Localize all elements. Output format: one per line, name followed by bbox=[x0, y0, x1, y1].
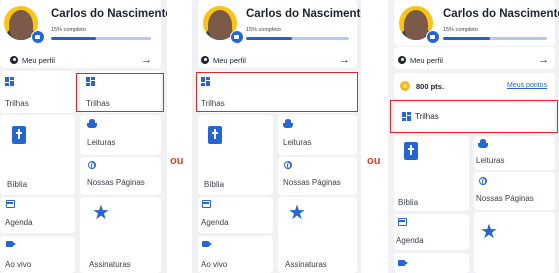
menu-tile-assinaturas[interactable]: ★ Assinaturas bbox=[278, 197, 357, 273]
menu-label-ao-vivo: Ao vivo bbox=[5, 260, 32, 269]
menu-label-biblia: Bíblia bbox=[204, 180, 225, 189]
coin-icon bbox=[400, 81, 410, 91]
menu-tile-trilhas[interactable]: Trilhas bbox=[0, 71, 75, 113]
video-icon bbox=[398, 260, 408, 266]
menu-label-nossas-paginas: Nossas Páginas bbox=[476, 194, 534, 203]
profile-card: Carlos do Nascimento 15% completo Meu pe… bbox=[198, 0, 361, 68]
camera-icon[interactable] bbox=[230, 30, 244, 44]
video-icon bbox=[6, 241, 16, 247]
book-icon bbox=[404, 142, 418, 160]
book-icon bbox=[12, 126, 26, 144]
menu-label-agenda: Agenda bbox=[396, 236, 424, 245]
mockup-panel-3: Carlos do Nascimento 15% completo Meu pe… bbox=[388, 0, 559, 273]
completion-bar-fill bbox=[246, 37, 293, 40]
arrow-right-icon[interactable]: → bbox=[141, 55, 152, 66]
meu-perfil-link[interactable]: Meu perfil bbox=[410, 56, 443, 65]
menu-label-nossas-paginas: Nossas Páginas bbox=[87, 178, 145, 187]
menu-label-trilhas: Trilhas bbox=[5, 99, 29, 108]
menu-tile-leituras[interactable]: Leituras bbox=[278, 115, 357, 155]
completion-bar-fill bbox=[51, 37, 96, 40]
separator-ou-1: ou bbox=[170, 155, 184, 167]
star-icon: ★ bbox=[288, 202, 306, 224]
separator-ou-2: ou bbox=[367, 155, 381, 167]
menu-tile-agenda[interactable]: Agenda bbox=[198, 197, 273, 233]
profile-card: Carlos do Nascimento 15% completo bbox=[394, 0, 559, 46]
menu-label-nossas-paginas: Nossas Páginas bbox=[283, 178, 341, 187]
profile-link-row[interactable]: Meu perfil → bbox=[394, 47, 555, 69]
profile-name: Carlos do Nascimento bbox=[443, 8, 559, 20]
highlight-box bbox=[76, 73, 164, 112]
menu-label-biblia: Bíblia bbox=[7, 180, 28, 189]
person-icon bbox=[398, 56, 406, 64]
points-card: 800 pts. Meus pontos bbox=[394, 73, 555, 99]
calendar-icon bbox=[398, 218, 407, 226]
calendar-icon bbox=[6, 200, 15, 208]
menu-label-leituras: Leituras bbox=[476, 156, 505, 165]
highlight-box bbox=[390, 100, 558, 133]
video-icon bbox=[202, 241, 212, 247]
completion-bar bbox=[51, 37, 151, 40]
menu-label-assinaturas: Assinaturas bbox=[89, 260, 131, 269]
menu-label-agenda: Agenda bbox=[201, 218, 229, 227]
completion-bar-fill bbox=[443, 37, 490, 40]
highlight-box bbox=[196, 72, 358, 112]
completion-text: 15% completo bbox=[246, 27, 281, 33]
menu-label-assinaturas: Assinaturas bbox=[285, 260, 327, 269]
mockup-panel-1: Carlos do Nascimento 15% completo Meu pe… bbox=[0, 0, 167, 273]
calendar-icon bbox=[202, 200, 211, 208]
grid-icon bbox=[5, 77, 14, 86]
completion-text: 15% completo bbox=[443, 27, 478, 33]
person-icon bbox=[10, 56, 18, 64]
meus-pontos-link[interactable]: Meus pontos bbox=[507, 82, 547, 89]
mockup-panel-2: Carlos do Nascimento 15% completo Meu pe… bbox=[192, 0, 361, 273]
menu-label-leituras: Leituras bbox=[87, 138, 116, 147]
menu-tile-ao-vivo[interactable] bbox=[394, 253, 469, 273]
menu-tile-biblia[interactable]: Bíblia bbox=[394, 136, 469, 211]
menu-tile-leituras[interactable]: Leituras bbox=[80, 115, 161, 155]
globe-icon bbox=[479, 177, 487, 185]
completion-bar bbox=[443, 37, 547, 40]
menu-tile-biblia[interactable]: Bíblia bbox=[198, 115, 273, 195]
menu-label-agenda: Agenda bbox=[5, 218, 33, 227]
reading-icon bbox=[283, 119, 293, 128]
menu-tile-ao-vivo[interactable]: Ao vivo bbox=[0, 236, 75, 273]
reading-icon bbox=[478, 139, 488, 148]
menu-tile-agenda[interactable]: Agenda bbox=[394, 214, 469, 250]
star-icon: ★ bbox=[480, 221, 498, 243]
menu-tile-biblia[interactable]: Bíblia bbox=[0, 115, 75, 195]
menu-tile-leituras[interactable]: Leituras bbox=[474, 136, 555, 170]
menu-tile-nossas-paginas[interactable]: Nossas Páginas bbox=[80, 157, 161, 195]
menu-label-leituras: Leituras bbox=[283, 138, 312, 147]
menu-tile-nossas-paginas[interactable]: Nossas Páginas bbox=[278, 157, 357, 195]
menu-label-biblia: Bíblia bbox=[398, 198, 419, 207]
person-icon bbox=[201, 56, 209, 64]
book-icon bbox=[208, 126, 222, 144]
arrow-right-icon[interactable]: → bbox=[339, 55, 350, 66]
menu-tile-assinaturas[interactable]: ★ Assinaturas bbox=[80, 197, 161, 273]
arrow-right-icon[interactable]: → bbox=[538, 55, 549, 66]
menu-tile-ao-vivo[interactable]: Ao vivo bbox=[198, 236, 273, 273]
profile-name: Carlos do Nascimento bbox=[246, 8, 361, 20]
camera-icon[interactable] bbox=[426, 30, 440, 44]
star-icon: ★ bbox=[92, 202, 110, 224]
reading-icon bbox=[87, 119, 97, 128]
meu-perfil-link[interactable]: Meu perfil bbox=[213, 56, 246, 65]
points-value: 800 pts. bbox=[416, 82, 444, 91]
menu-tile-assinaturas[interactable]: ★ bbox=[474, 212, 555, 273]
menu-tile-agenda[interactable]: Agenda bbox=[0, 197, 75, 233]
completion-bar bbox=[246, 37, 349, 40]
completion-text: 15% completo bbox=[51, 27, 86, 33]
meu-perfil-link[interactable]: Meu perfil bbox=[22, 56, 55, 65]
camera-icon[interactable] bbox=[31, 30, 45, 44]
globe-icon bbox=[88, 161, 96, 169]
menu-tile-nossas-paginas[interactable]: Nossas Páginas bbox=[474, 172, 555, 210]
menu-label-ao-vivo: Ao vivo bbox=[201, 260, 228, 269]
profile-card: Carlos do Nascimento 15% completo Meu pe… bbox=[0, 0, 167, 68]
globe-icon bbox=[284, 161, 292, 169]
profile-name: Carlos do Nascimento bbox=[51, 8, 167, 20]
